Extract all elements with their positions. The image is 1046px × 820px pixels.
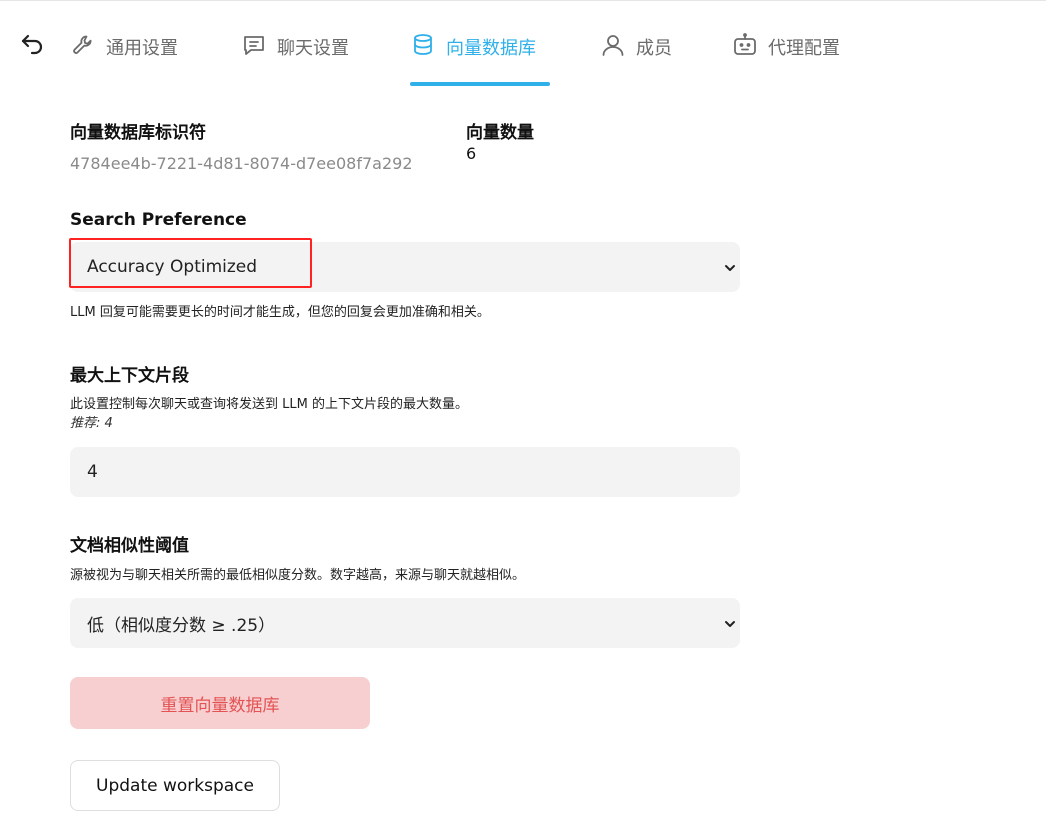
chat-icon [241,34,267,63]
reset-vector-db-button[interactable]: 重置向量数据库 [70,677,370,729]
search-preference-help: LLM 回复可能需要更长的时间才能生成，但您的回复会更加准确和相关。 [70,305,490,320]
tab-members[interactable]: 成员 [600,28,685,86]
similarity-threshold-label: 文档相似性阈值 [70,536,189,556]
tab-agent-config[interactable]: 代理配置 [732,28,857,86]
search-preference-value: Accuracy Optimized [87,257,258,277]
chevron-down-icon [723,616,737,630]
tab-chat-settings[interactable]: 聊天设置 [241,28,366,86]
tab-label: 通用设置 [106,38,178,59]
tab-label: 向量数据库 [446,38,536,59]
tab-label: 代理配置 [768,38,840,59]
top-divider [0,0,1046,1]
search-preference-select[interactable]: Accuracy Optimized [70,242,740,292]
wrench-icon [70,34,96,63]
max-context-value: 4 [87,462,98,482]
max-context-label: 最大上下文片段 [70,366,189,386]
tab-label: 聊天设置 [277,38,349,59]
update-workspace-button[interactable]: Update workspace [70,760,280,811]
back-arrow-icon[interactable] [20,32,46,56]
max-context-input[interactable]: 4 [70,447,740,497]
user-icon [600,34,626,63]
tab-vector-database[interactable]: 向量数据库 [410,28,550,86]
similarity-threshold-help: 源被视为与聊天相关所需的最低相似度分数。数字越高，来源与聊天就越相似。 [70,568,526,583]
vector-db-id-label: 向量数据库标识符 [70,123,206,143]
max-context-recommended: 推荐: 4 [70,416,113,431]
similarity-threshold-select[interactable]: 低（相似度分数 ≥ .25） [70,598,740,648]
chevron-down-icon [723,260,737,274]
tab-general-settings[interactable]: 通用设置 [70,28,195,86]
search-preference-label: Search Preference [70,210,247,230]
tab-label: 成员 [636,38,672,59]
similarity-threshold-value: 低（相似度分数 ≥ .25） [87,615,276,636]
vector-count-value: 6 [466,144,477,163]
max-context-help: 此设置控制每次聊天或查询将发送到 LLM 的上下文片段的最大数量。 [70,397,468,412]
robot-icon [732,33,758,63]
database-icon [410,34,436,63]
vector-db-id-value: 4784ee4b-7221-4d81-8074-d7ee08f7a292 [70,154,413,173]
vector-count-label: 向量数量 [466,123,534,143]
